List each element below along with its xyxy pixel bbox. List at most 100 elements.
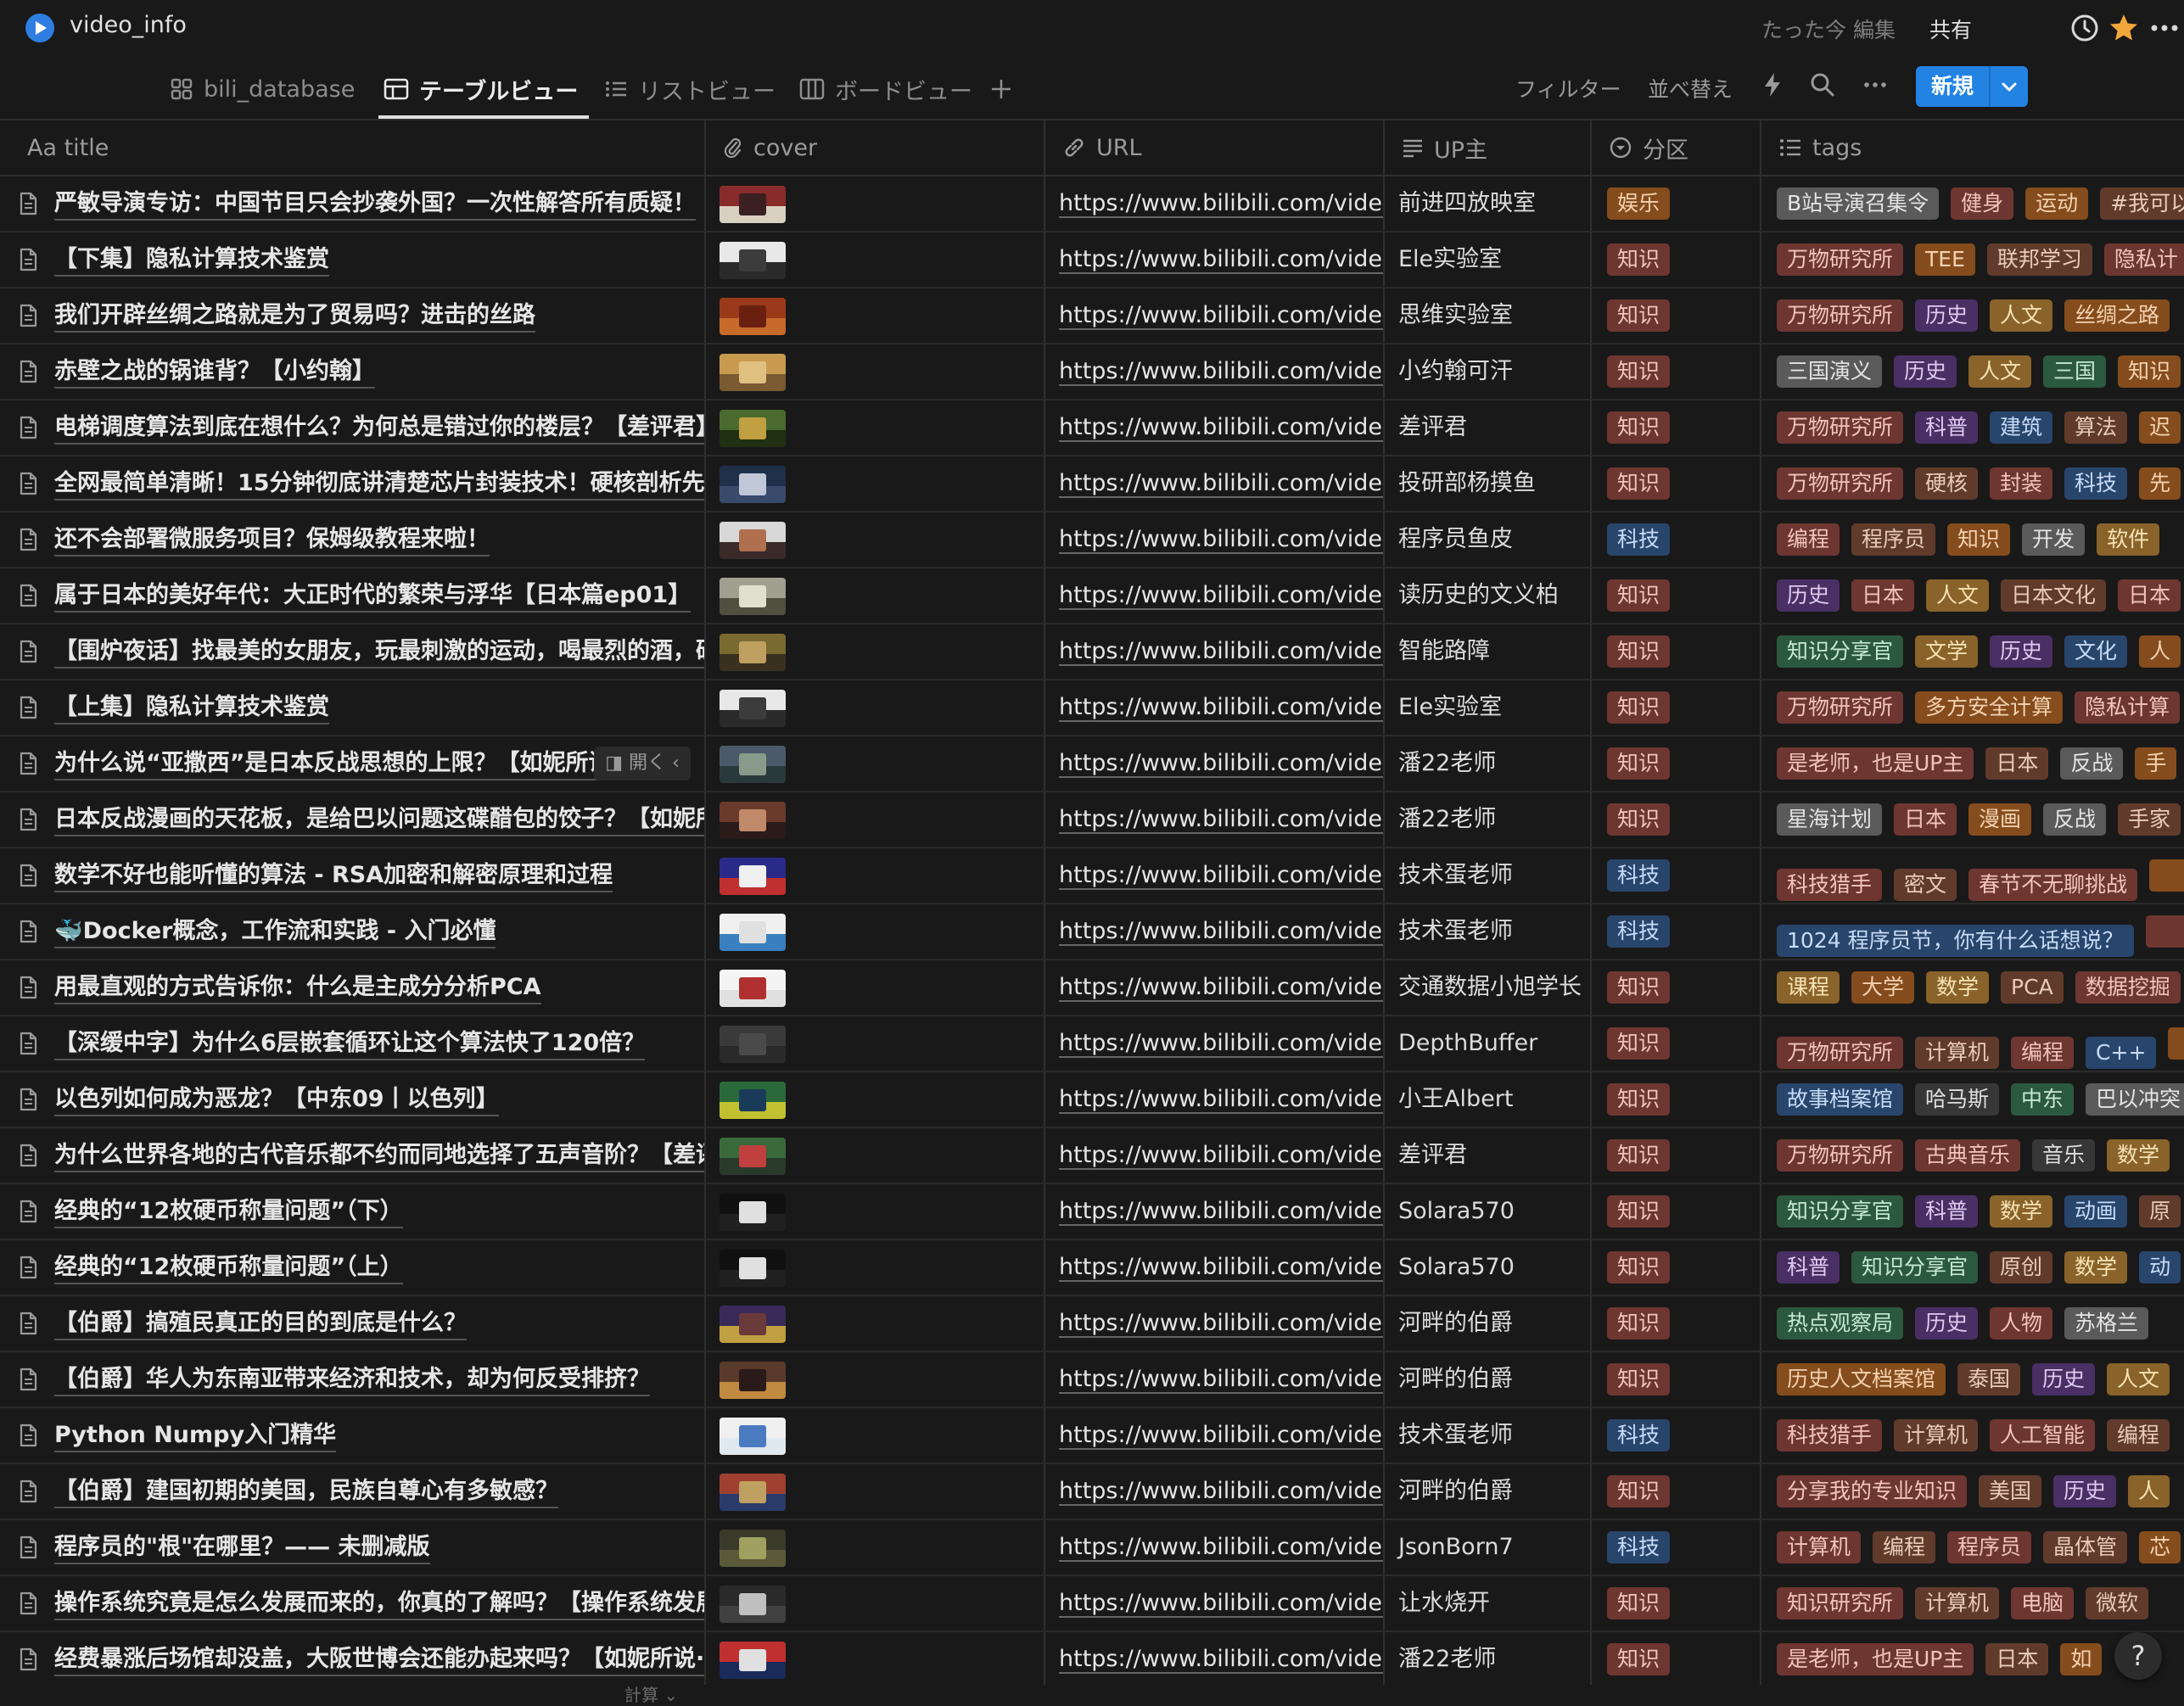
url-cell[interactable]: https://www.bilibili.com/video/: [1045, 904, 1385, 959]
cover-thumbnail[interactable]: [720, 1250, 786, 1287]
table-row[interactable]: 数学不好也能听懂的算法 - RSA加密和解密原理和过程 https://www.b…: [0, 848, 2184, 904]
up-cell[interactable]: 交通数据小旭学长: [1385, 960, 1592, 1015]
url-cell[interactable]: https://www.bilibili.com/video/: [1045, 1520, 1385, 1575]
cover-cell[interactable]: [706, 176, 1045, 231]
cover-thumbnail[interactable]: [720, 1362, 786, 1399]
table-row[interactable]: 属于日本的美好年代：大正时代的繁荣与浮华【日本篇ep01】 https://www…: [0, 568, 2184, 624]
category-cell[interactable]: 知识: [1592, 1184, 1761, 1239]
category-cell[interactable]: 知识: [1592, 1128, 1761, 1183]
url-link[interactable]: https://www.bilibili.com/video/: [1059, 736, 1383, 791]
title-cell[interactable]: 严敏导演专访：中国节目只会抄袭外国？一次性解答所有质疑！: [0, 176, 706, 231]
tags-cell[interactable]: 编程 程序员 知识 开发 软件: [1761, 512, 2184, 567]
column-header-title[interactable]: Aa title: [0, 120, 706, 175]
row-title[interactable]: 【伯爵】搞殖民真正的目的到底是什么？: [54, 1296, 467, 1351]
tags-cell[interactable]: 知识分享官 文学 历史 文化人: [1761, 624, 2184, 679]
url-link[interactable]: https://www.bilibili.com/video/: [1059, 1128, 1383, 1183]
up-cell[interactable]: Solara570: [1385, 1184, 1592, 1239]
up-cell[interactable]: DepthBuffer: [1385, 1016, 1592, 1071]
up-cell[interactable]: 差评君: [1385, 1128, 1592, 1183]
up-cell[interactable]: 潘22老师: [1385, 792, 1592, 847]
row-title[interactable]: 🐳Docker概念，工作流和实践 - 入门必懂: [54, 904, 496, 959]
share-button[interactable]: 共有: [1929, 14, 1972, 44]
calculate-button[interactable]: 計算 ⌄: [624, 1681, 678, 1706]
row-title[interactable]: 属于日本的美好年代：大正时代的繁荣与浮华【日本篇ep01】: [54, 568, 692, 623]
category-cell[interactable]: 知识: [1592, 736, 1761, 791]
view-more-icon[interactable]: [1862, 71, 1889, 103]
tags-cell[interactable]: 万物研究所 计算机 编程 C++: [1761, 1016, 2184, 1071]
new-button[interactable]: 新規: [1916, 66, 2028, 107]
star-icon[interactable]: [2108, 12, 2140, 44]
tags-cell[interactable]: 热点观察局 历史 人物 苏格兰: [1761, 1296, 2184, 1351]
up-cell[interactable]: 程序员鱼皮: [1385, 512, 1592, 567]
row-title[interactable]: 【伯爵】华人为东南亚带来经济和技术，却为何反受排挤？: [54, 1352, 650, 1407]
up-cell[interactable]: Solara570: [1385, 1240, 1592, 1295]
title-cell[interactable]: 【上集】隐私计算技术鉴赏: [0, 680, 706, 735]
cover-thumbnail[interactable]: [720, 298, 786, 335]
title-cell[interactable]: 🐳Docker概念，工作流和实践 - 入门必懂: [0, 904, 706, 959]
url-link[interactable]: https://www.bilibili.com/video/: [1059, 1240, 1383, 1295]
url-link[interactable]: https://www.bilibili.com/video/: [1059, 1464, 1383, 1519]
cover-thumbnail[interactable]: [720, 1418, 786, 1455]
up-cell[interactable]: Ele实验室: [1385, 680, 1592, 735]
title-cell[interactable]: 我们开辟丝绸之路就是为了贸易吗？进击的丝路: [0, 288, 706, 343]
chevron-down-icon[interactable]: [2001, 78, 2018, 98]
tags-cell[interactable]: 万物研究所 历史 人文 丝绸之路: [1761, 288, 2184, 343]
url-link[interactable]: https://www.bilibili.com/video/: [1059, 680, 1383, 735]
cover-thumbnail[interactable]: [720, 802, 786, 839]
table-row[interactable]: 我们开辟丝绸之路就是为了贸易吗？进击的丝路 https://www.bilibil…: [0, 288, 2184, 344]
cover-cell[interactable]: [706, 1408, 1045, 1463]
url-cell[interactable]: https://www.bilibili.com/video/: [1045, 1016, 1385, 1071]
title-cell[interactable]: 操作系统究竟是怎么发展而来的，你真的了解吗？【操作系统发展: [0, 1576, 706, 1630]
url-cell[interactable]: https://www.bilibili.com/video/: [1045, 1576, 1385, 1630]
title-cell[interactable]: 经费暴涨后场馆却没盖，大阪世博会还能办起来吗？【如妮所说·海: [0, 1632, 706, 1685]
tab-table-view[interactable]: テーブルビュー: [384, 71, 578, 107]
cover-thumbnail[interactable]: [720, 970, 786, 1007]
category-cell[interactable]: 知识: [1592, 1016, 1761, 1071]
search-icon[interactable]: [1809, 71, 1836, 103]
column-header-cover[interactable]: cover: [706, 120, 1045, 175]
up-cell[interactable]: 潘22老师: [1385, 1632, 1592, 1685]
tab-bili-database[interactable]: bili_database: [170, 71, 355, 107]
cover-thumbnail[interactable]: [720, 1026, 786, 1063]
tags-cell[interactable]: 1024 程序员节，你有什么话想说？: [1761, 904, 2184, 959]
tags-cell[interactable]: 知识研究所 计算机 电脑 微软: [1761, 1576, 2184, 1630]
url-cell[interactable]: https://www.bilibili.com/video/: [1045, 1240, 1385, 1295]
cover-thumbnail[interactable]: [720, 1642, 786, 1679]
tags-cell[interactable]: 科普 知识分享官 原创 数学动: [1761, 1240, 2184, 1295]
category-cell[interactable]: 知识: [1592, 1240, 1761, 1295]
cover-thumbnail[interactable]: [720, 634, 786, 671]
url-link[interactable]: https://www.bilibili.com/video/: [1059, 1016, 1383, 1071]
cover-cell[interactable]: [706, 1296, 1045, 1351]
title-cell[interactable]: 为什么说“亚撒西”是日本反战思想的上限？【如妮所说 ◨ 開く ‹: [0, 736, 706, 791]
cover-thumbnail[interactable]: [720, 186, 786, 223]
cover-cell[interactable]: [706, 736, 1045, 791]
category-cell[interactable]: 知识: [1592, 1072, 1761, 1127]
table-row[interactable]: 电梯调度算法到底在想什么？为何总是错过你的楼层？【差评君】 https://www…: [0, 400, 2184, 456]
cover-cell[interactable]: [706, 1128, 1045, 1183]
table-row[interactable]: 经费暴涨后场馆却没盖，大阪世博会还能办起来吗？【如妮所说·海 https://ww…: [0, 1632, 2184, 1685]
tags-cell[interactable]: 历史 日本 人文 日本文化 日本: [1761, 568, 2184, 623]
category-cell[interactable]: 科技: [1592, 512, 1761, 567]
title-cell[interactable]: 【伯爵】建国初期的美国，民族自尊心有多敏感？: [0, 1464, 706, 1519]
url-cell[interactable]: https://www.bilibili.com/video/: [1045, 232, 1385, 287]
page-title[interactable]: video_info: [70, 12, 187, 38]
url-link[interactable]: https://www.bilibili.com/video/: [1059, 792, 1383, 847]
up-cell[interactable]: 技术蛋老师: [1385, 904, 1592, 959]
column-header-url[interactable]: URL: [1045, 120, 1385, 175]
category-cell[interactable]: 知识: [1592, 1352, 1761, 1407]
category-cell[interactable]: 知识: [1592, 960, 1761, 1015]
cover-cell[interactable]: [706, 568, 1045, 623]
url-cell[interactable]: https://www.bilibili.com/video/: [1045, 1296, 1385, 1351]
cover-thumbnail[interactable]: [720, 1306, 786, 1343]
cover-thumbnail[interactable]: [720, 746, 786, 783]
tags-cell[interactable]: 是老师，也是UP主 日本 反战手: [1761, 736, 2184, 791]
tags-cell[interactable]: 星海计划 日本 漫画 反战 手家: [1761, 792, 2184, 847]
cover-thumbnail[interactable]: [720, 1194, 786, 1231]
url-link[interactable]: https://www.bilibili.com/video/: [1059, 1576, 1383, 1630]
row-title[interactable]: 【围炉夜话】找最美的女朋友，玩最刺激的运动，喝最烈的酒，硬核: [54, 624, 704, 679]
category-cell[interactable]: 知识: [1592, 1576, 1761, 1630]
url-link[interactable]: https://www.bilibili.com/video/: [1059, 568, 1383, 623]
category-cell[interactable]: 知识: [1592, 288, 1761, 343]
column-header-category[interactable]: 分区: [1592, 120, 1761, 175]
url-link[interactable]: https://www.bilibili.com/video/: [1059, 960, 1383, 1015]
